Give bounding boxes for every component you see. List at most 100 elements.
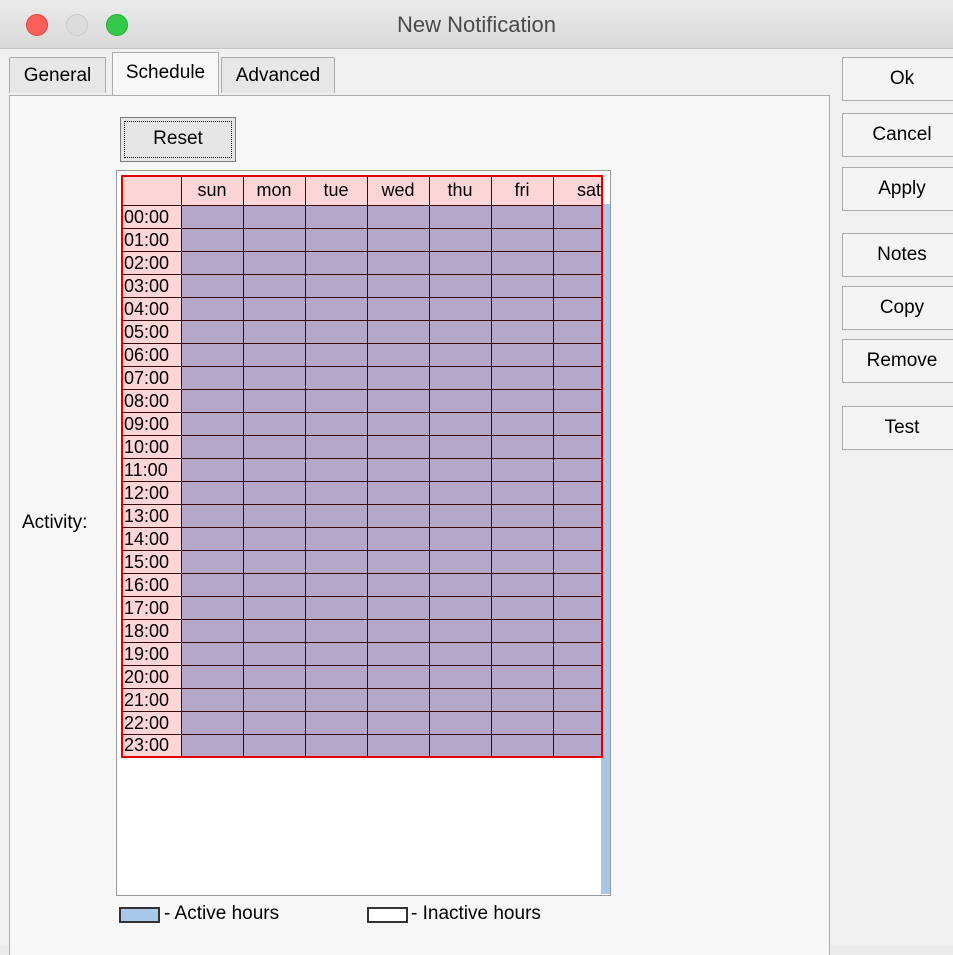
schedule-slot[interactable] [242, 411, 306, 436]
schedule-slot[interactable] [304, 342, 368, 367]
schedule-slot[interactable] [552, 641, 603, 666]
day-header-thu[interactable]: thu [428, 175, 492, 206]
schedule-slot[interactable] [490, 733, 554, 758]
schedule-slot[interactable] [180, 342, 244, 367]
schedule-slot[interactable] [552, 526, 603, 551]
schedule-slot[interactable] [490, 526, 554, 551]
schedule-slot[interactable] [304, 273, 368, 298]
schedule-slot[interactable] [366, 710, 430, 735]
schedule-slot[interactable] [552, 480, 603, 505]
schedule-slot[interactable] [428, 250, 492, 275]
schedule-slot[interactable] [490, 227, 554, 252]
schedule-slot[interactable] [428, 618, 492, 643]
schedule-slot[interactable] [552, 250, 603, 275]
schedule-slot[interactable] [304, 227, 368, 252]
schedule-slot[interactable] [242, 365, 306, 390]
schedule-slot[interactable] [180, 618, 244, 643]
schedule-slot[interactable] [366, 641, 430, 666]
schedule-slot[interactable] [428, 480, 492, 505]
schedule-slot[interactable] [552, 227, 603, 252]
schedule-slot[interactable] [552, 342, 603, 367]
schedule-slot[interactable] [180, 687, 244, 712]
schedule-slot[interactable] [490, 503, 554, 528]
schedule-slot[interactable] [552, 411, 603, 436]
schedule-slot[interactable] [366, 664, 430, 689]
schedule-slot[interactable] [242, 687, 306, 712]
schedule-slot[interactable] [242, 733, 306, 758]
schedule-slot[interactable] [180, 388, 244, 413]
schedule-slot[interactable] [304, 572, 368, 597]
schedule-slot[interactable] [242, 434, 306, 459]
schedule-slot[interactable] [490, 434, 554, 459]
schedule-slot[interactable] [242, 526, 306, 551]
schedule-slot[interactable] [242, 227, 306, 252]
schedule-slot[interactable] [366, 273, 430, 298]
schedule-slot[interactable] [490, 595, 554, 620]
hour-label[interactable]: 01:00 [121, 227, 182, 252]
hour-label[interactable]: 13:00 [121, 503, 182, 528]
hour-label[interactable]: 15:00 [121, 549, 182, 574]
schedule-slot[interactable] [366, 388, 430, 413]
schedule-slot[interactable] [490, 549, 554, 574]
schedule-slot[interactable] [366, 434, 430, 459]
reset-button[interactable]: Reset [120, 117, 236, 162]
schedule-slot[interactable] [490, 641, 554, 666]
schedule-slot[interactable] [428, 549, 492, 574]
schedule-slot[interactable] [552, 618, 603, 643]
schedule-slot[interactable] [366, 572, 430, 597]
schedule-slot[interactable] [428, 526, 492, 551]
copy-button[interactable]: Copy [842, 286, 953, 330]
schedule-grid[interactable]: sun mon tue wed thu fri sat 00:00 01:00 02:00 03:… [121, 175, 603, 758]
schedule-slot[interactable] [304, 296, 368, 321]
apply-button[interactable]: Apply [842, 167, 953, 211]
schedule-slot[interactable] [366, 480, 430, 505]
schedule-slot[interactable] [242, 296, 306, 321]
schedule-slot[interactable] [242, 503, 306, 528]
schedule-slot[interactable] [552, 733, 603, 758]
schedule-slot[interactable] [366, 250, 430, 275]
schedule-slot[interactable] [180, 434, 244, 459]
day-header-sat[interactable]: sat [552, 175, 603, 206]
schedule-slot[interactable] [366, 411, 430, 436]
hour-label[interactable]: 16:00 [121, 572, 182, 597]
schedule-slot[interactable] [366, 526, 430, 551]
schedule-slot[interactable] [490, 572, 554, 597]
schedule-slot[interactable] [242, 595, 306, 620]
schedule-slot[interactable] [180, 411, 244, 436]
hour-label[interactable]: 02:00 [121, 250, 182, 275]
schedule-slot[interactable] [242, 457, 306, 482]
schedule-slot[interactable] [552, 457, 603, 482]
hour-label[interactable]: 19:00 [121, 641, 182, 666]
schedule-slot[interactable] [242, 549, 306, 574]
schedule-slot[interactable] [242, 273, 306, 298]
cancel-button[interactable]: Cancel [842, 113, 953, 157]
hour-label[interactable]: 22:00 [121, 710, 182, 735]
hour-label[interactable]: 09:00 [121, 411, 182, 436]
schedule-slot[interactable] [304, 411, 368, 436]
schedule-slot[interactable] [304, 480, 368, 505]
schedule-slot[interactable] [490, 296, 554, 321]
schedule-slot[interactable] [366, 549, 430, 574]
schedule-slot[interactable] [552, 710, 603, 735]
schedule-slot[interactable] [490, 618, 554, 643]
schedule-slot[interactable] [552, 434, 603, 459]
remove-button[interactable]: Remove [842, 339, 953, 383]
schedule-slot[interactable] [490, 319, 554, 344]
schedule-slot[interactable] [428, 641, 492, 666]
schedule-slot[interactable] [428, 411, 492, 436]
schedule-slot[interactable] [428, 296, 492, 321]
schedule-slot[interactable] [428, 664, 492, 689]
day-header-mon[interactable]: mon [242, 175, 306, 206]
hour-label[interactable]: 14:00 [121, 526, 182, 551]
schedule-slot[interactable] [304, 319, 368, 344]
schedule-slot[interactable] [428, 595, 492, 620]
hour-label[interactable]: 03:00 [121, 273, 182, 298]
schedule-slot[interactable] [552, 204, 603, 229]
hour-label[interactable]: 06:00 [121, 342, 182, 367]
schedule-slot[interactable] [304, 250, 368, 275]
schedule-slot[interactable] [304, 434, 368, 459]
schedule-slot[interactable] [552, 503, 603, 528]
schedule-slot[interactable] [428, 227, 492, 252]
schedule-slot[interactable] [366, 503, 430, 528]
schedule-slot[interactable] [366, 618, 430, 643]
